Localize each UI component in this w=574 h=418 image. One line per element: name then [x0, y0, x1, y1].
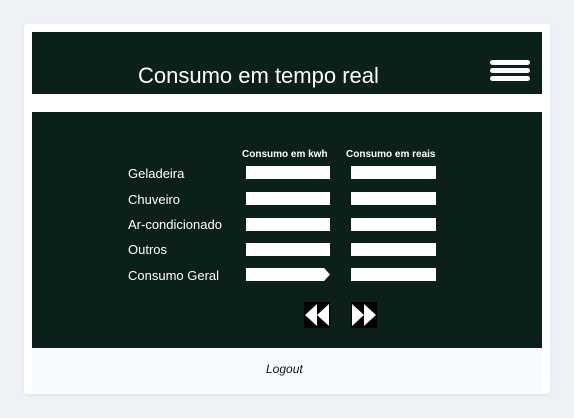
menu-bar-line: [490, 68, 530, 73]
ar-condicionado-kwh-field: [246, 218, 330, 231]
fast-forward-icon[interactable]: [351, 302, 377, 328]
row-label-consumo-geral: Consumo Geral: [128, 268, 220, 283]
page-title: Consumo em tempo real: [138, 63, 379, 88]
header-divider-strip: [32, 94, 542, 110]
hamburger-menu-icon[interactable]: [490, 60, 530, 84]
geladeira-reais-field: [351, 166, 436, 179]
consumo-geral-kwh-field: [246, 268, 330, 281]
chuveiro-kwh-field: [246, 192, 330, 205]
row-label-outros: Outros: [128, 242, 168, 257]
menu-bar-line: [490, 76, 530, 81]
consumo-geral-reais-field: [351, 268, 436, 281]
row-label-ar-condicionado: Ar-condicionado: [128, 217, 222, 232]
rewind-icon[interactable]: [304, 302, 330, 328]
geladeira-kwh-field: [246, 166, 330, 179]
column-header-reais: Consumo em reais: [346, 149, 436, 160]
ar-condicionado-reais-field: [351, 218, 436, 231]
chuveiro-reais-field: [351, 192, 436, 205]
menu-bar-line: [490, 60, 530, 65]
logout-link[interactable]: Logout: [266, 362, 303, 376]
outros-reais-field: [351, 243, 436, 256]
row-label-geladeira: Geladeira: [128, 166, 185, 181]
row-label-chuveiro: Chuveiro: [128, 192, 181, 207]
outros-kwh-field: [246, 243, 330, 256]
column-header-kwh: Consumo em kwh: [242, 149, 328, 160]
